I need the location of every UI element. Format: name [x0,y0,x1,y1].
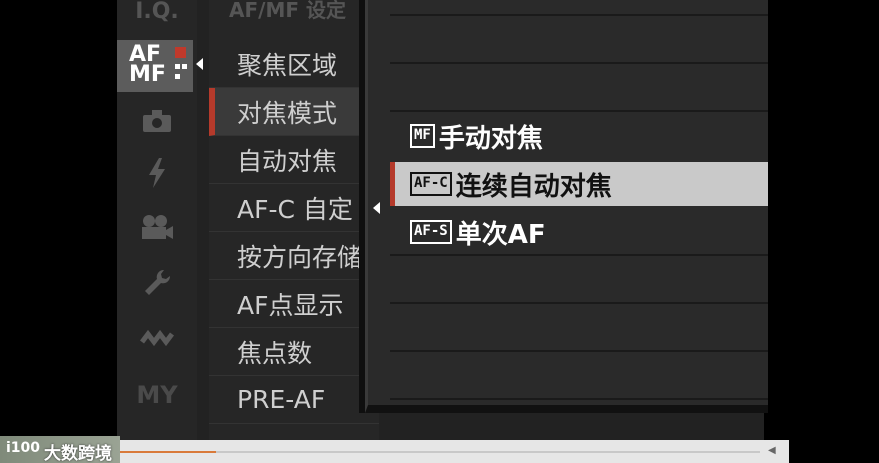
iq-icon[interactable]: I.Q. [117,0,197,36]
option-label: 单次AF [455,219,546,250]
option-single-af[interactable]: AF-S 单次AF [390,210,768,254]
menu-item-focus-points[interactable]: 焦点数 [209,328,379,376]
menu-item-af-c-custom[interactable]: AF-C 自定 [209,184,379,232]
menu-category-column: I.Q. AF MF MY [117,0,197,440]
popup-pointer-icon [373,202,380,214]
option-label: 手动对焦 [438,123,543,154]
wrench-icon[interactable] [117,258,197,308]
option-label: 连续自动对焦 [455,171,612,202]
progress-track[interactable] [120,451,760,453]
mf-icon: MF [410,124,435,148]
af-mf-icon[interactable]: AF MF [117,40,193,92]
menu-item-store-by-orientation[interactable]: 按方向存储 [209,232,379,280]
watermark: i100 大数跨境 [0,436,120,463]
active-category-pointer [196,58,203,70]
watermark-text: 大数跨境 [44,444,112,463]
wireless-icon[interactable] [117,314,197,364]
menu-item-pre-af[interactable]: PRE-AF [209,376,379,424]
camera-icon[interactable] [117,96,197,146]
menu-item-focus-area[interactable]: 聚焦区域 [209,40,379,88]
movie-icon[interactable] [117,202,197,252]
flash-icon[interactable] [117,148,197,198]
progress-fill [120,451,216,453]
menu-header: AF/MF 设定 [229,0,346,22]
menu-list: AF/MF 设定 聚焦区域 对焦模式 自动对焦 AF-C 自定 按方向存储 AF… [209,0,379,440]
my-menu-icon[interactable]: MY [117,370,197,420]
af-c-icon: AF-C [410,172,452,196]
focus-mode-popup: MF 手动对焦 AF-C 连续自动对焦 AF-S 单次AF [365,0,768,413]
video-frame: I.Q. AF MF MY AF/MF 设定 聚焦区域 对焦模式 自动对焦 AF… [0,0,879,463]
camera-menu-screen: I.Q. AF MF MY AF/MF 设定 聚焦区域 对焦模式 自动对焦 AF… [117,0,768,440]
option-continuous-af[interactable]: AF-C 连续自动对焦 [390,162,768,206]
watermark-logo: i100 [6,440,41,456]
volume-icon[interactable]: ◀ [768,445,780,457]
menu-item-af-point-display[interactable]: AF点显示 [209,280,379,328]
af-mf-red-square [175,47,186,58]
option-manual-focus[interactable]: MF 手动对焦 [390,114,768,158]
menu-item-auto-focus[interactable]: 自动对焦 [209,136,379,184]
af-s-icon: AF-S [410,220,452,244]
menu-item-focus-mode[interactable]: 对焦模式 [209,88,379,136]
